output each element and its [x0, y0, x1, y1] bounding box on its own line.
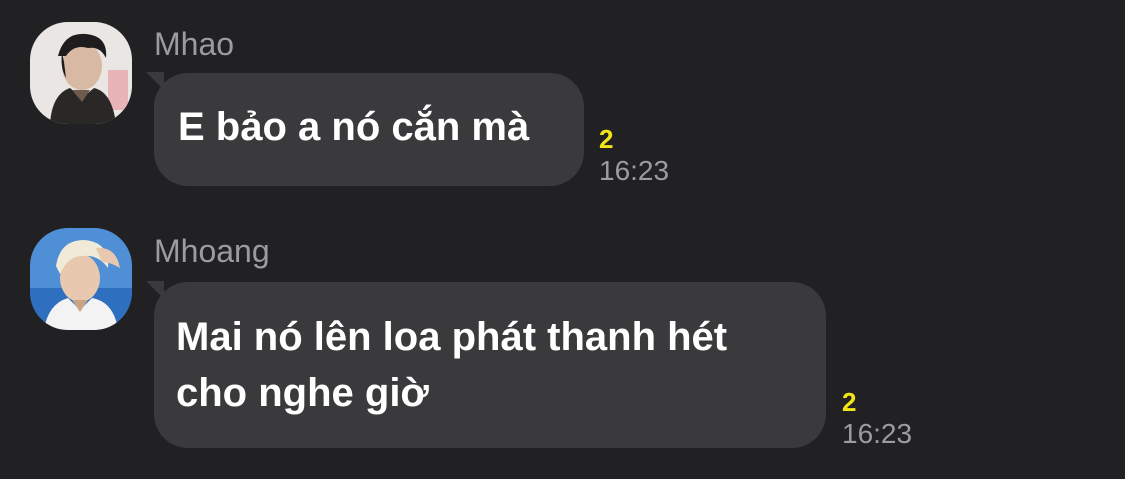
chat-message-list[interactable]: Mhao E bảo a nó cắn mà 2 16:23 Mhoang Ma… [0, 0, 1125, 479]
message-meta: 2 16:23 [599, 124, 669, 188]
sender-name: Mhoang [154, 233, 270, 269]
message-bubble[interactable]: E bảo a nó cắn mà [154, 73, 584, 186]
avatar-mhoang[interactable] [30, 228, 132, 330]
message-text-line: cho nghe giờ [176, 371, 429, 415]
message-timestamp: 16:23 [842, 418, 913, 449]
message-timestamp: 16:23 [599, 155, 670, 186]
message-text-line: Mai nó lên loa phát thanh hét [176, 315, 728, 359]
unread-count-badge: 2 [599, 124, 614, 154]
message-bubble[interactable]: Mai nó lên loa phát thanh hét cho nghe g… [154, 282, 826, 448]
avatar-mhao[interactable] [30, 22, 132, 124]
avatar-photo-icon [30, 228, 132, 330]
unread-count-badge: 2 [842, 387, 857, 417]
sender-name: Mhao [154, 26, 235, 62]
message-text: E bảo a nó cắn mà [178, 105, 530, 149]
avatar-photo-icon [30, 22, 132, 124]
message-meta: 2 16:23 [842, 387, 912, 451]
